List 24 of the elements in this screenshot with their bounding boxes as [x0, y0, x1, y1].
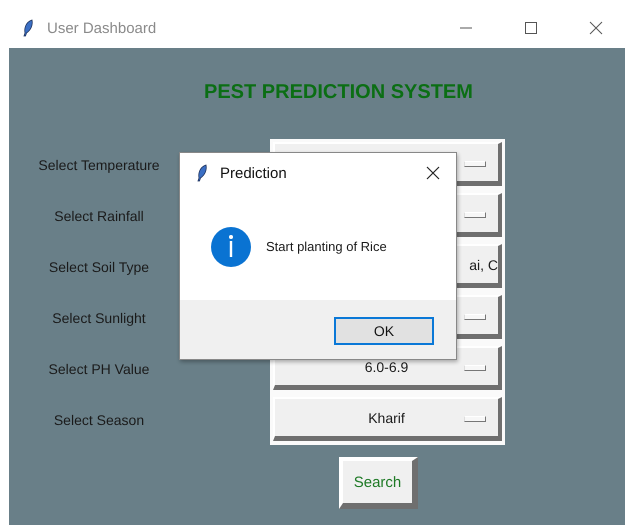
- dialog-title: Prediction: [220, 164, 287, 182]
- field-label: Select Soil Type: [48, 258, 150, 277]
- field-label: Select Temperature: [37, 156, 161, 175]
- dropdown-indicator-icon: [464, 416, 486, 422]
- maximize-button[interactable]: [524, 21, 538, 35]
- close-button[interactable]: [589, 21, 603, 35]
- app-heading: PEST PREDICTION SYSTEM: [204, 80, 474, 105]
- dropdown-indicator-icon: [464, 314, 486, 320]
- field-label: Select PH Value: [48, 360, 150, 378]
- dialog-message: Start planting of Rice: [266, 239, 387, 254]
- search-button[interactable]: Search: [339, 457, 418, 509]
- dropdown-indicator-icon: [464, 212, 486, 218]
- field-label: Select Season: [52, 410, 146, 430]
- dropdown-indicator-icon: [464, 364, 486, 370]
- field-label: Select Rainfall: [53, 206, 145, 226]
- dropdown-indicator-icon: [464, 160, 486, 166]
- field-label: Select Sunlight: [51, 308, 147, 328]
- dropdown[interactable]: Kharif: [273, 397, 502, 441]
- feather-icon: [22, 19, 34, 37]
- close-button[interactable]: [426, 166, 440, 180]
- feather-icon: [196, 164, 208, 182]
- window-title: User Dashboard: [47, 20, 156, 36]
- ok-button[interactable]: OK: [334, 316, 434, 344]
- info-icon: [210, 226, 252, 268]
